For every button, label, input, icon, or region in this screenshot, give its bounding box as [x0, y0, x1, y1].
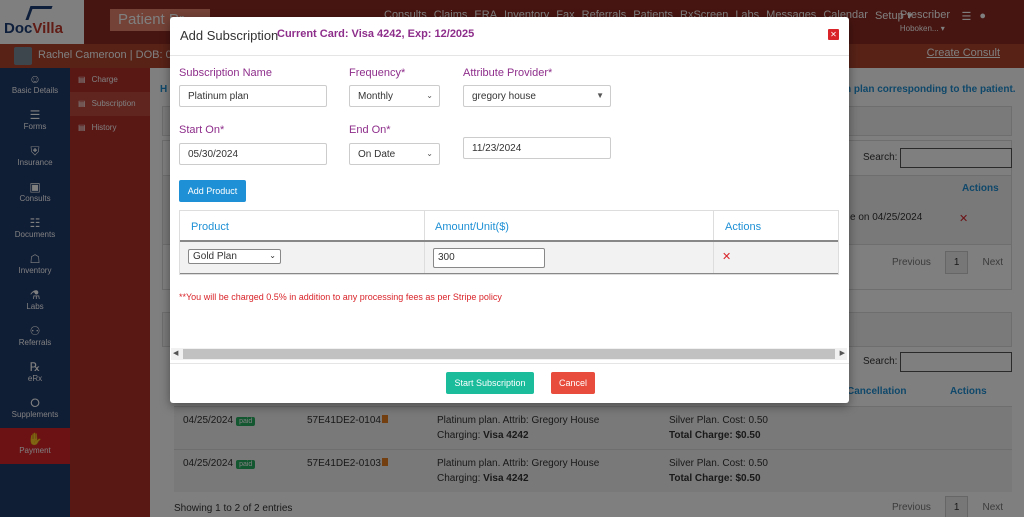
product-value: Gold Plan	[193, 251, 237, 262]
scroll-right-icon[interactable]: ▶	[840, 349, 845, 357]
caret-down-icon: ▼	[596, 91, 604, 100]
end-on-select[interactable]: On Date ⌄	[349, 143, 440, 165]
stripe-fee-note: **You will be charged 0.5% in addition t…	[179, 292, 502, 302]
column-divider	[424, 242, 425, 273]
scroll-left-icon[interactable]: ◀	[173, 349, 178, 357]
add-product-button[interactable]: Add Product	[179, 180, 246, 202]
add-subscription-modal: Add Subscription Current Card: Visa 4242…	[170, 17, 849, 403]
amount-input[interactable]: 300	[433, 248, 545, 268]
frequency-label: Frequency*	[349, 67, 406, 79]
horizontal-scrollbar[interactable]: ◀ ▶	[171, 348, 847, 360]
frequency-value: Monthly	[358, 91, 394, 102]
app-window: DocVilla Patient Pr... Consults Claims E…	[0, 0, 1024, 517]
amount-column-header: Amount/Unit($)	[435, 221, 509, 233]
subscription-name-input[interactable]: Platinum plan	[179, 85, 327, 107]
product-select[interactable]: Gold Plan ⌄	[188, 249, 281, 264]
modal-footer: Start Subscription Cancel	[170, 363, 849, 403]
scrollbar-thumb[interactable]	[183, 349, 835, 359]
product-row: Gold Plan ⌄ 300 ✕	[180, 242, 838, 274]
column-divider	[713, 211, 714, 240]
product-table: Product Amount/Unit($) Actions Gold Plan…	[179, 210, 839, 275]
attribute-provider-label: Attribute Provider*	[463, 67, 553, 79]
end-on-value: On Date	[358, 149, 396, 160]
chevron-down-icon: ⌄	[426, 149, 433, 158]
modal-header: Add Subscription Current Card: Visa 4242…	[170, 17, 849, 56]
modal-title: Add Subscription	[180, 28, 279, 43]
cancel-button[interactable]: Cancel	[551, 372, 595, 394]
chevron-down-icon: ⌄	[269, 251, 276, 260]
start-on-date-input[interactable]: 05/30/2024	[179, 143, 327, 165]
close-icon[interactable]: ✕	[828, 29, 839, 40]
start-subscription-button[interactable]: Start Subscription	[446, 372, 534, 394]
remove-product-icon[interactable]: ✕	[722, 250, 731, 263]
column-divider	[713, 242, 714, 273]
current-card-info: Current Card: Visa 4242, Exp: 12/2025	[277, 28, 475, 40]
end-on-label: End On*	[349, 124, 391, 136]
column-divider	[424, 211, 425, 240]
attribute-provider-value: gregory house	[472, 91, 536, 102]
attribute-provider-select[interactable]: gregory house ▼	[463, 85, 611, 107]
product-table-header: Product Amount/Unit($) Actions	[180, 211, 838, 242]
actions-column-header: Actions	[725, 221, 762, 233]
end-date-input[interactable]: 11/23/2024	[463, 137, 611, 159]
product-column-header: Product	[191, 221, 229, 233]
subscription-name-label: Subscription Name	[179, 67, 272, 79]
start-on-label: Start On*	[179, 124, 225, 136]
chevron-down-icon: ⌄	[426, 91, 433, 100]
frequency-select[interactable]: Monthly ⌄	[349, 85, 440, 107]
